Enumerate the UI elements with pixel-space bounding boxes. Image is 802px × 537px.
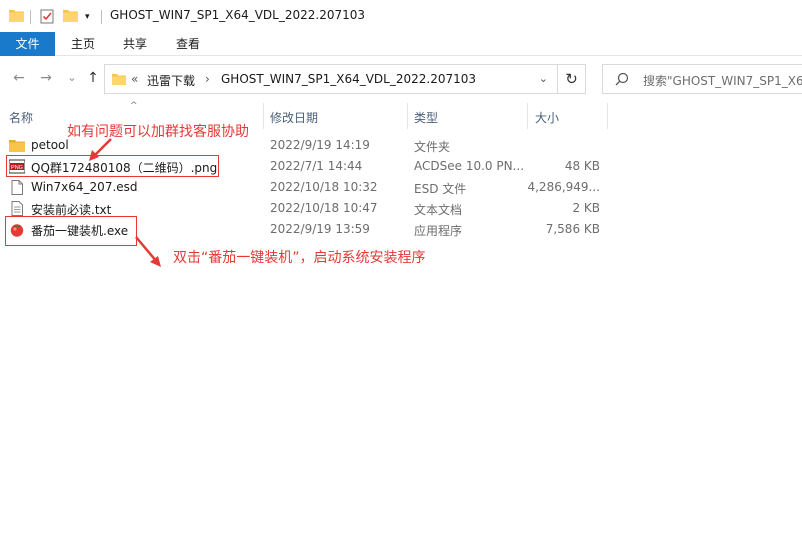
annotation-help-note: 如有问题可以加群找客服协助 bbox=[67, 124, 249, 140]
folder-icon bbox=[9, 10, 24, 22]
tab-view[interactable]: 查看 bbox=[165, 32, 211, 56]
title-separator bbox=[101, 10, 102, 24]
breadcrumb-xunlei[interactable]: 迅雷下载 bbox=[147, 72, 195, 89]
document-icon bbox=[11, 180, 23, 195]
quick-access-dropdown[interactable]: ▾ bbox=[85, 12, 90, 22]
ribbon-tabs: 文件 主页 共享 查看 bbox=[0, 32, 802, 56]
file-size: 4,286,949... bbox=[527, 180, 600, 194]
arrow-to-exe-file bbox=[135, 236, 161, 267]
title-bar: ▾ GHOST_WIN7_SP1_X64_VDL_2022.207103 bbox=[0, 0, 802, 32]
up-button[interactable]: ↑ bbox=[84, 69, 102, 87]
tab-home[interactable]: 主页 bbox=[60, 32, 106, 56]
navigation-bar: ← → ⌄ ↑ « 迅雷下载 › GHOST_WIN7_SP1_X64_VDL_… bbox=[0, 57, 802, 101]
file-date: 2022/10/18 10:47 bbox=[270, 201, 378, 215]
column-header-type[interactable]: 类型 bbox=[414, 109, 438, 126]
properties-icon[interactable] bbox=[40, 8, 54, 24]
folder-icon bbox=[9, 140, 25, 152]
file-name: petool bbox=[31, 138, 69, 152]
file-size: 48 KB bbox=[564, 159, 600, 173]
folder-icon bbox=[112, 74, 126, 85]
file-date: 2022/7/1 14:44 bbox=[270, 159, 363, 173]
annotation-run-note: 双击“番茄一键装机”，启动系统安装程序 bbox=[173, 250, 426, 266]
search-box[interactable]: 搜索"GHOST_WIN7_SP1_X64... bbox=[602, 64, 802, 94]
column-divider[interactable] bbox=[527, 103, 528, 129]
highlight-box-exe-file bbox=[5, 216, 137, 246]
file-date: 2022/9/19 13:59 bbox=[270, 222, 370, 236]
column-header-name[interactable]: 名称 bbox=[9, 109, 33, 126]
file-date: 2022/10/18 10:32 bbox=[270, 180, 378, 194]
breadcrumb-separator[interactable]: › bbox=[205, 72, 210, 86]
recent-locations-button[interactable]: ⌄ bbox=[63, 69, 81, 87]
column-divider[interactable] bbox=[607, 103, 608, 129]
column-header-date[interactable]: 修改日期 bbox=[270, 109, 318, 126]
file-size: 7,586 KB bbox=[545, 222, 600, 236]
search-placeholder: 搜索"GHOST_WIN7_SP1_X64... bbox=[643, 74, 802, 88]
file-row-esd[interactable]: Win7x64_207.esd 2022/10/18 10:32 ESD 文件 … bbox=[0, 177, 802, 198]
highlight-box-qq-file bbox=[6, 155, 219, 177]
file-type: 应用程序 bbox=[414, 224, 463, 238]
column-divider[interactable] bbox=[407, 103, 408, 129]
file-size: 2 KB bbox=[572, 201, 600, 215]
tab-file[interactable]: 文件 bbox=[0, 32, 55, 56]
file-type: 文本文档 bbox=[414, 203, 463, 217]
title-separator bbox=[30, 10, 31, 24]
new-folder-icon[interactable] bbox=[63, 9, 78, 22]
collapse-arrow-icon[interactable]: ^ bbox=[130, 101, 138, 111]
file-type: ESD 文件 bbox=[414, 182, 467, 196]
file-type: ACDSee 10.0 PN... bbox=[414, 159, 525, 173]
address-bar[interactable]: « 迅雷下载 › GHOST_WIN7_SP1_X64_VDL_2022.207… bbox=[104, 64, 586, 94]
breadcrumb-current[interactable]: GHOST_WIN7_SP1_X64_VDL_2022.207103 bbox=[221, 72, 476, 86]
column-header-size[interactable]: 大小 bbox=[535, 109, 559, 126]
text-file-icon bbox=[11, 201, 23, 216]
search-icon bbox=[615, 72, 629, 86]
column-divider[interactable] bbox=[263, 103, 264, 129]
forward-button[interactable]: → bbox=[37, 69, 55, 87]
window-title: GHOST_WIN7_SP1_X64_VDL_2022.207103 bbox=[110, 8, 366, 22]
tab-share[interactable]: 共享 bbox=[112, 32, 158, 56]
back-button[interactable]: ← bbox=[10, 69, 28, 87]
refresh-button[interactable]: ↻ bbox=[557, 65, 585, 93]
address-overflow[interactable]: « bbox=[131, 72, 138, 86]
file-name: Win7x64_207.esd bbox=[31, 180, 138, 194]
file-type: 文件夹 bbox=[414, 140, 451, 154]
address-dropdown[interactable]: ⌄ bbox=[539, 72, 548, 85]
file-date: 2022/9/19 14:19 bbox=[270, 138, 370, 152]
